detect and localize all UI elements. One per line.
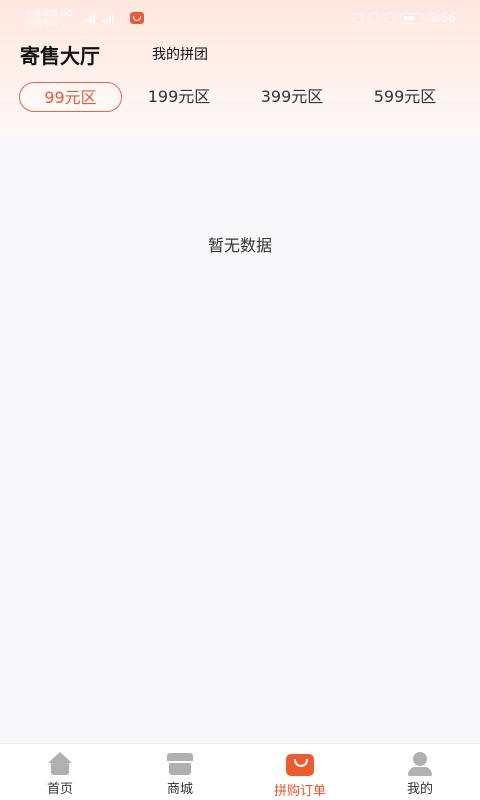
nav-mine[interactable]: 我的 xyxy=(360,744,480,800)
nav-mine-label: 我的 xyxy=(406,782,433,797)
bluetooth-icon xyxy=(369,13,380,23)
nav-mall[interactable]: 商城 xyxy=(120,744,240,800)
signal-icon xyxy=(84,13,95,23)
status-left: 中国联通 HD 中国电信 xyxy=(26,9,144,27)
shopping-bag-icon xyxy=(285,752,315,778)
status-time: 3:56 xyxy=(429,11,456,25)
carrier-line-2: 中国电信 xyxy=(26,18,58,27)
tab-99[interactable]: 99元区 xyxy=(19,82,122,112)
status-bar: 中国联通 HD 中国电信 3:56 xyxy=(0,0,480,36)
location-icon xyxy=(385,13,396,23)
carrier-line-1: 中国联通 HD xyxy=(26,9,73,18)
screen: 中国联通 HD 中国电信 3:56 寄售大厅 我的拼团 99元区 199元区 3… xyxy=(0,0,480,800)
mall-icon xyxy=(165,752,195,776)
bottom-nav: 首页 商城 拼购订单 我的 xyxy=(0,743,480,800)
vibrate-icon xyxy=(353,13,364,23)
status-right: 3:56 xyxy=(353,11,456,25)
carrier-text: 中国联通 HD 中国电信 xyxy=(26,9,76,27)
tab-199[interactable]: 199元区 xyxy=(129,82,229,112)
home-icon xyxy=(45,752,75,776)
app-notification-icon xyxy=(130,12,144,24)
nav-home[interactable]: 首页 xyxy=(0,744,120,800)
nav-mall-label: 商城 xyxy=(166,782,193,797)
battery-icon xyxy=(401,12,424,24)
price-tabs: 99元区 199元区 399元区 599元区 xyxy=(0,82,480,112)
tab-399[interactable]: 399元区 xyxy=(242,82,342,112)
empty-state-text: 暂无数据 xyxy=(207,236,272,255)
signal-icon-2 xyxy=(103,13,114,23)
nav-home-label: 首页 xyxy=(46,782,73,797)
header: 寄售大厅 我的拼团 xyxy=(0,36,480,72)
page-title: 寄售大厅 xyxy=(20,44,100,68)
nav-group-orders[interactable]: 拼购订单 xyxy=(240,744,360,800)
user-icon xyxy=(405,752,435,776)
my-group-link[interactable]: 我的拼团 xyxy=(152,44,208,64)
nav-group-orders-label: 拼购订单 xyxy=(273,784,326,799)
tab-599[interactable]: 599元区 xyxy=(355,82,455,112)
